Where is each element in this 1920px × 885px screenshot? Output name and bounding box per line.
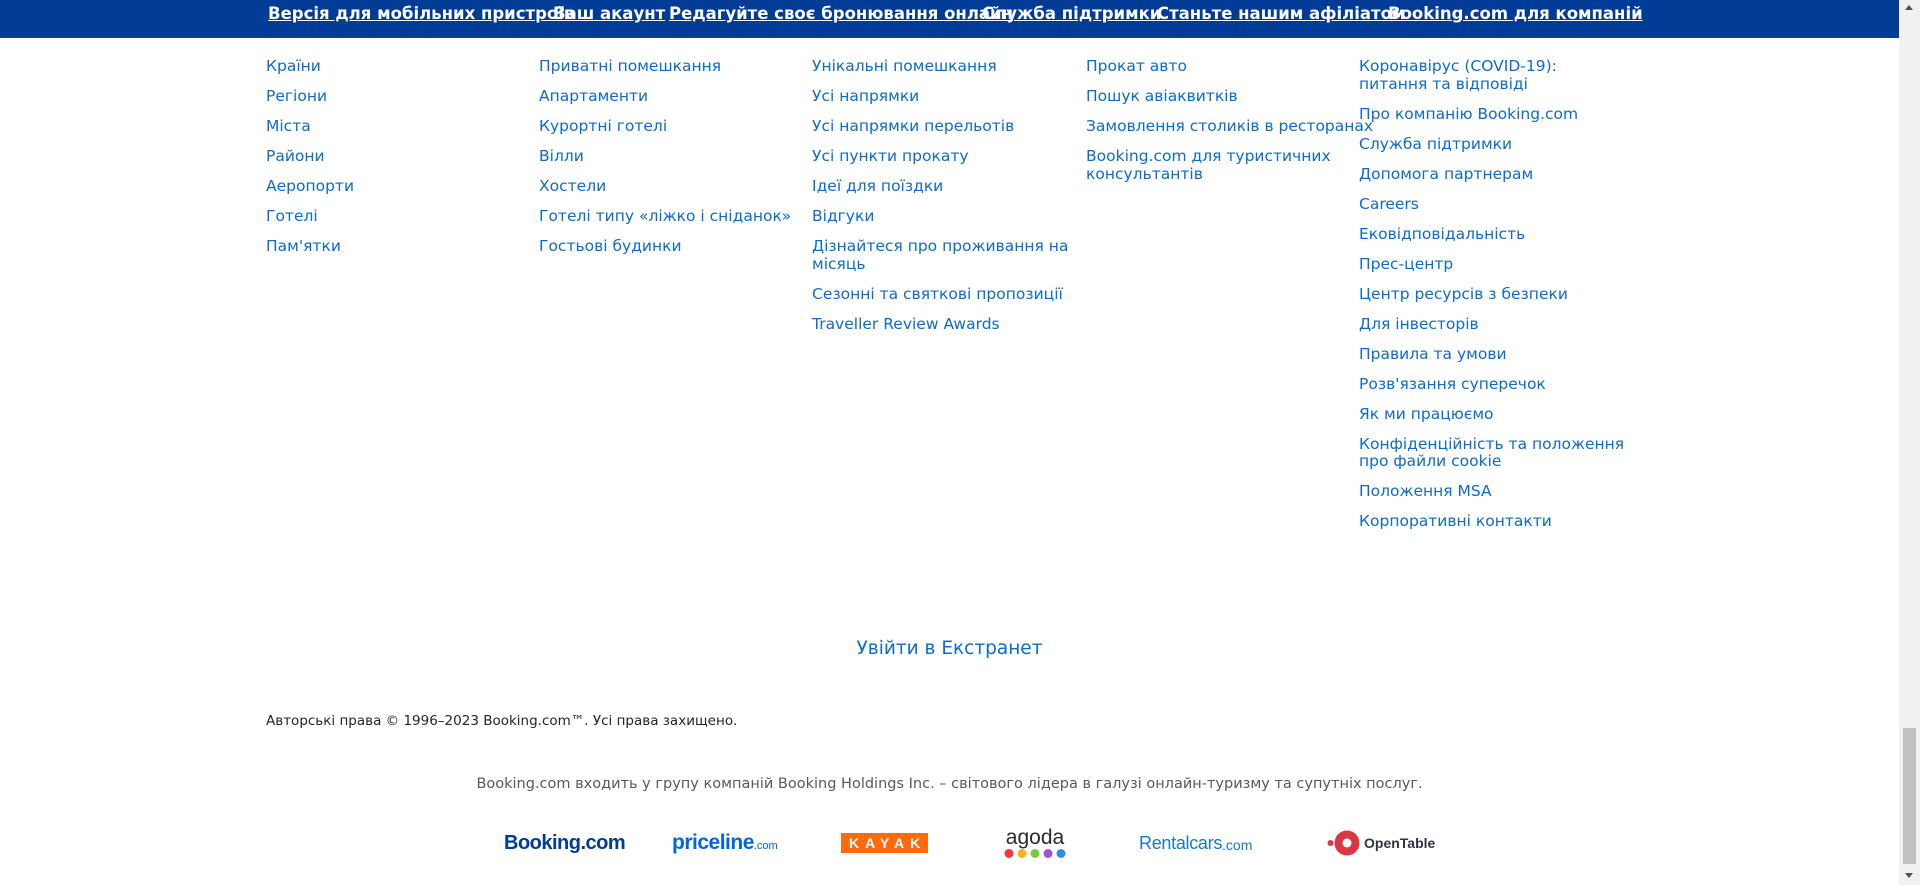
footer-link[interactable]: Вілли: [539, 147, 809, 166]
copyright-text: Авторські права © 1996–2023 Booking.com™…: [266, 713, 738, 729]
footer-column-property-types: Приватні помешкання Апартаменти Курортні…: [539, 57, 809, 268]
footer-link[interactable]: Ековідповідальність: [1359, 225, 1629, 244]
group-description: Booking.com входить у групу компаній Boo…: [476, 776, 1423, 792]
top-nav-link-account[interactable]: Ваш акаунт: [553, 4, 665, 23]
footer-link[interactable]: Апартаменти: [539, 87, 809, 106]
booking-logo[interactable]: Booking.com: [504, 820, 626, 866]
footer-link[interactable]: Усі пункти прокату: [812, 147, 1082, 166]
footer-link[interactable]: Райони: [266, 147, 536, 166]
footer-link[interactable]: Коронавірус (COVID-19): питання та відпо…: [1359, 57, 1629, 93]
footer-link[interactable]: Розв'язання суперечок: [1359, 375, 1629, 394]
opentable-logo[interactable]: OpenTable: [1327, 820, 1435, 866]
top-nav-link-business[interactable]: Booking.com для компаній: [1388, 4, 1643, 23]
footer-link[interactable]: Унікальні помешкання: [812, 57, 1082, 76]
priceline-logo-suffix: .com: [753, 840, 778, 852]
footer-link[interactable]: Служба підтримки: [1359, 135, 1629, 154]
footer-link[interactable]: Готелі: [266, 207, 536, 226]
page-scrollbar[interactable]: [1899, 0, 1920, 885]
scrollbar-thumb[interactable]: [1903, 728, 1916, 864]
top-nav-link-mobile[interactable]: Версія для мобільних пристроїв: [268, 4, 574, 23]
top-nav-link-manage-booking[interactable]: Редагуйте своє бронювання онлайн: [669, 4, 1013, 23]
footer-link[interactable]: Корпоративні контакти: [1359, 512, 1629, 531]
footer-link[interactable]: Усі напрямки: [812, 87, 1082, 106]
priceline-logo-text: priceline: [672, 831, 754, 854]
top-nav-link-affiliate[interactable]: Станьте нашим афіліатом: [1157, 4, 1405, 23]
agoda-dot: [1030, 848, 1040, 858]
top-nav-bar: Версія для мобільних пристроїв Ваш акаун…: [0, 0, 1899, 38]
footer-link[interactable]: Traveller Review Awards: [812, 315, 1082, 334]
footer-link[interactable]: Дізнайтеся про проживання на місяць: [812, 237, 1082, 273]
agoda-dot: [1017, 848, 1027, 858]
booking-logo-text: Booking.com: [504, 831, 626, 854]
footer-link[interactable]: Усі напрямки перельотів: [812, 117, 1082, 136]
top-nav-link-support[interactable]: Служба підтримки: [982, 4, 1161, 23]
footer-link[interactable]: Як ми працюємо: [1359, 405, 1629, 424]
footer-link[interactable]: Хостели: [539, 177, 809, 196]
agoda-dot: [1043, 848, 1053, 858]
footer-link[interactable]: Пошук авіаквитків: [1086, 87, 1356, 106]
footer-column-destinations: Країни Регіони Міста Райони Аеропорти Го…: [266, 57, 536, 268]
footer-link[interactable]: Замовлення столиків в ресторанах: [1086, 117, 1373, 136]
footer-link[interactable]: Міста: [266, 117, 536, 136]
footer-column-unique-places: Унікальні помешкання Усі напрямки Усі на…: [812, 57, 1082, 346]
footer-link[interactable]: Регіони: [266, 87, 536, 106]
agoda-dot: [1056, 848, 1066, 858]
opentable-icon: [1327, 830, 1360, 856]
footer-link[interactable]: Готелі типу «ліжко і сніданок»: [539, 207, 809, 226]
footer-column-about: Коронавірус (COVID-19): питання та відпо…: [1359, 57, 1629, 543]
footer-link[interactable]: Прес-центр: [1359, 255, 1629, 274]
footer-link[interactable]: Careers: [1359, 195, 1629, 214]
footer-link[interactable]: Сезонні та святкові пропозиції: [812, 285, 1082, 304]
agoda-logo[interactable]: agoda: [1003, 820, 1067, 866]
extranet-login-link[interactable]: Увійти в Екстранет: [857, 638, 1043, 659]
kayak-logo[interactable]: KAYAK: [841, 820, 929, 866]
footer-link[interactable]: Пам'ятки: [266, 237, 536, 256]
scroll-up-arrow-icon[interactable]: [1905, 5, 1913, 10]
opentable-logo-text: OpenTable: [1364, 835, 1436, 851]
footer-link[interactable]: Про компанію Booking.com: [1359, 105, 1629, 124]
footer-link[interactable]: Країни: [266, 57, 536, 76]
priceline-logo[interactable]: priceline .com: [672, 820, 778, 866]
agoda-dot: [1004, 848, 1014, 858]
footer-link[interactable]: Центр ресурсів з безпеки: [1359, 285, 1629, 304]
footer-link[interactable]: Положення MSA: [1359, 482, 1629, 501]
footer-link[interactable]: Аеропорти: [266, 177, 536, 196]
footer-link[interactable]: Для інвесторів: [1359, 315, 1629, 334]
footer-link[interactable]: Курортні готелі: [539, 117, 809, 136]
footer-link[interactable]: Booking.com для туристичних консультанті…: [1086, 147, 1356, 183]
agoda-dots-icon: [1004, 848, 1066, 858]
footer-link[interactable]: Приватні помешкання: [539, 57, 809, 76]
footer-link[interactable]: Ідеї для поїздки: [812, 177, 1082, 196]
agoda-logo-text: agoda: [1005, 825, 1065, 849]
footer-column-services: Прокат авто Пошук авіаквитків Замовлення…: [1086, 57, 1373, 196]
rentalcars-logo-suffix: .com: [1222, 836, 1253, 853]
extranet-section: Увійти в Екстранет: [0, 638, 1899, 659]
footer-link[interactable]: Прокат авто: [1086, 57, 1356, 76]
footer-link[interactable]: Гостьові будинки: [539, 237, 809, 256]
footer-link[interactable]: Правила та умови: [1359, 345, 1629, 364]
footer-link[interactable]: Допомога партнерам: [1359, 165, 1629, 184]
kayak-logo-text: KAYAK: [841, 833, 929, 853]
rentalcars-logo[interactable]: Rentalcars .com: [1139, 820, 1252, 866]
scroll-down-arrow-icon[interactable]: [1905, 873, 1913, 878]
footer-link[interactable]: Відгуки: [812, 207, 1082, 226]
rentalcars-logo-text: Rentalcars: [1139, 832, 1223, 853]
footer-link[interactable]: Конфіденційність та положення про файли …: [1359, 435, 1629, 471]
